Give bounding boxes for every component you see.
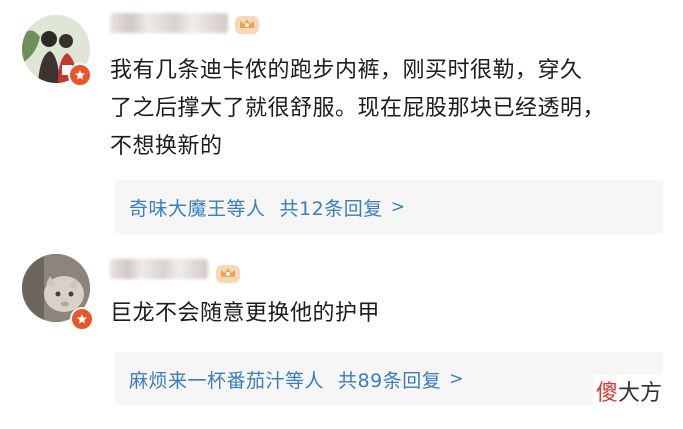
username-blurred[interactable]	[110, 13, 228, 33]
watermark-first-char: 傻	[595, 381, 618, 406]
verified-badge-icon	[70, 307, 94, 331]
crown-icon	[234, 13, 260, 35]
verified-badge-icon	[68, 63, 92, 87]
crown-icon	[215, 262, 241, 284]
comment-item: 巨龙不会随意更换他的护甲 麻烦来一杯番茄汁等人 共89条回复 >	[0, 245, 683, 429]
reply-names: 麻烦来一杯番茄汁等人	[129, 369, 325, 392]
username-blurred[interactable]	[110, 259, 208, 279]
comment-text: 巨龙不会随意更换他的护甲	[110, 295, 380, 333]
comment-text: 我有几条迪卡侬的跑步内裤，刚买时很勒，穿久 了之后撑大了就很舒服。现在屁股那块已…	[110, 52, 605, 166]
watermark-rest: 大方	[617, 381, 662, 406]
comment-text-line: 了之后撑大了就很舒服。现在屁股那块已经透明，	[110, 96, 606, 121]
chevron-right-icon: >	[449, 369, 464, 389]
chevron-right-icon: >	[390, 197, 406, 217]
watermark: 傻大方	[592, 375, 665, 407]
reply-count: 共89条回复	[338, 369, 442, 392]
comment-item: 我有几条迪卡侬的跑步内裤，刚买时很勒，穿久 了之后撑大了就很舒服。现在屁股那块已…	[0, 0, 683, 245]
comment-text-line: 巨龙不会随意更换他的护甲	[110, 301, 381, 326]
reply-count: 共12条回复	[279, 197, 383, 220]
comment-text-line: 不想换新的	[110, 134, 223, 159]
reply-names: 奇味大魔王等人	[129, 197, 266, 220]
comment-text-line: 我有几条迪卡侬的跑步内裤，刚买时很勒，穿久	[110, 58, 583, 83]
reply-summary-button[interactable]: 奇味大魔王等人 共12条回复 >	[115, 180, 663, 234]
reply-summary-button[interactable]: 麻烦来一杯番茄汁等人 共89条回复 >	[115, 352, 663, 406]
